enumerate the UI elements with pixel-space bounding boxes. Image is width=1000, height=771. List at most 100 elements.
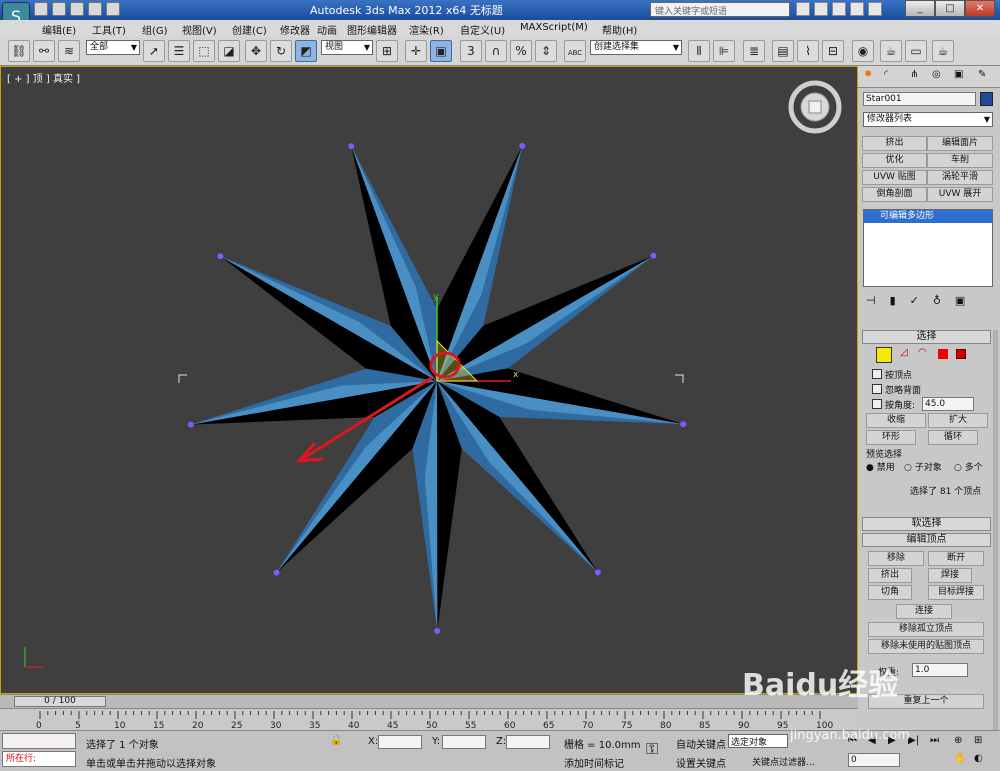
- preview-off-radio[interactable]: ● 禁用: [866, 460, 895, 473]
- border-mode-icon[interactable]: ◠: [918, 347, 927, 358]
- z-coord-field[interactable]: [506, 735, 550, 749]
- time-slider[interactable]: 0 / 100: [0, 694, 858, 708]
- bind-spacewarp-icon[interactable]: ≋: [58, 40, 80, 62]
- modifier-list-select[interactable]: 修改器列表: [863, 112, 993, 127]
- material-editor-icon[interactable]: ◉: [852, 40, 874, 62]
- weld-button[interactable]: 焊接: [928, 568, 972, 583]
- display-tab-icon[interactable]: ▣: [954, 69, 963, 80]
- mod-bevel-profile-button[interactable]: 倒角剖面: [862, 187, 927, 202]
- orbit-icon[interactable]: ◐: [974, 753, 983, 764]
- wrench-icon[interactable]: [814, 2, 828, 16]
- track-bar[interactable]: 0 5 10 15 20 25 30 35 40 45 50 55 60 65 70 75 80 85 90 95 10…: [0, 708, 858, 731]
- rendered-frame-window-icon[interactable]: ▭: [905, 40, 927, 62]
- zoom-icon[interactable]: ⊕: [954, 735, 962, 746]
- mod-uvw-unwrap-button[interactable]: UVW 展开: [927, 187, 993, 202]
- menu-help[interactable]: 帮助(H): [602, 22, 637, 37]
- loop-button[interactable]: 循环: [928, 430, 978, 445]
- binoculars-icon[interactable]: [796, 2, 810, 16]
- lock-selection-icon[interactable]: 🔒: [330, 735, 342, 746]
- x-coord-field[interactable]: [378, 735, 422, 749]
- edit-vertices-rollout-header[interactable]: 编辑顶点: [862, 533, 991, 547]
- close-button[interactable]: ✕: [965, 0, 995, 17]
- select-manipulate-icon[interactable]: ✛: [405, 40, 427, 62]
- modify-tab-icon[interactable]: ◜: [884, 69, 888, 80]
- mod-extrude-button[interactable]: 挤出: [862, 136, 927, 151]
- mirror-icon[interactable]: ⫴: [688, 40, 710, 62]
- break-button[interactable]: 断开: [928, 551, 984, 566]
- percent-snap-icon[interactable]: %: [510, 40, 532, 62]
- snap-toggle-icon[interactable]: 3: [460, 40, 482, 62]
- object-color-swatch[interactable]: [980, 92, 993, 106]
- align-icon[interactable]: ⊫: [713, 40, 735, 62]
- spinner-snap-icon[interactable]: ⇕: [535, 40, 557, 62]
- shrink-button[interactable]: 收缩: [866, 413, 926, 428]
- help-icon[interactable]: [868, 2, 882, 16]
- auto-key-button[interactable]: 自动关键点: [676, 736, 726, 751]
- motion-tab-icon[interactable]: ◎: [932, 69, 941, 80]
- select-object-icon[interactable]: ➚: [143, 40, 165, 62]
- curve-editor-icon[interactable]: ⌇: [797, 40, 819, 62]
- named-selection-set-select[interactable]: 创建选择集: [590, 40, 682, 55]
- chamfer-button[interactable]: 切角: [868, 585, 912, 600]
- set-key-button[interactable]: 设置关键点: [676, 755, 726, 770]
- menu-create[interactable]: 创建(C): [232, 22, 267, 37]
- pivot-center-icon[interactable]: ⊞: [376, 40, 398, 62]
- menu-graph-editors[interactable]: 图形编辑器: [347, 22, 397, 37]
- mod-edit-patch-button[interactable]: 编辑面片: [927, 136, 993, 151]
- ring-button[interactable]: 环形: [866, 430, 916, 445]
- utilities-tab-icon[interactable]: ✎: [978, 69, 986, 80]
- pan-icon[interactable]: ✋: [954, 753, 966, 764]
- by-vertex-checkbox[interactable]: 按顶点: [872, 368, 912, 381]
- render-production-icon[interactable]: ☕: [932, 40, 954, 62]
- new-file-icon[interactable]: [34, 2, 48, 16]
- remove-button[interactable]: 移除: [868, 551, 924, 566]
- menu-maxscript[interactable]: MAXScript(M): [520, 22, 588, 33]
- maxscript-listener[interactable]: [2, 733, 76, 749]
- open-file-icon[interactable]: [52, 2, 66, 16]
- y-coord-field[interactable]: [442, 735, 486, 749]
- add-time-tag-button[interactable]: 添加时间标记: [564, 755, 624, 770]
- maximize-button[interactable]: □: [935, 0, 965, 17]
- select-rollout-header[interactable]: 选择: [862, 330, 991, 344]
- menu-view[interactable]: 视图(V): [182, 22, 217, 37]
- layer-manager-icon[interactable]: ≣: [743, 40, 765, 62]
- element-mode-icon[interactable]: [956, 349, 966, 359]
- preview-multi-radio[interactable]: ○ 多个: [954, 460, 983, 473]
- polygon-mode-icon[interactable]: [938, 349, 948, 359]
- mod-lathe-button[interactable]: 车削: [927, 153, 993, 168]
- preview-subobject-radio[interactable]: ○ 子对象: [904, 460, 942, 473]
- menu-customize[interactable]: 自定义(U): [460, 22, 505, 37]
- rotate-icon[interactable]: ↻: [270, 40, 292, 62]
- select-by-name-icon[interactable]: ☰: [168, 40, 190, 62]
- window-crossing-icon[interactable]: ◪: [218, 40, 240, 62]
- reference-coord-select[interactable]: 视图: [321, 40, 373, 55]
- menu-tools[interactable]: 工具(T): [92, 22, 126, 37]
- mod-turbosmooth-button[interactable]: 涡轮平滑: [927, 170, 993, 185]
- user-icon[interactable]: [832, 2, 846, 16]
- go-to-end-icon[interactable]: ⏭: [930, 735, 939, 746]
- key-filters-button[interactable]: 关键点过滤器...: [752, 755, 815, 768]
- menu-animation[interactable]: 动画: [317, 22, 337, 37]
- save-file-icon[interactable]: [70, 2, 84, 16]
- selected-object-select[interactable]: 选定对象: [728, 734, 788, 748]
- menu-rendering[interactable]: 渲染(R): [409, 22, 444, 37]
- time-slider-thumb[interactable]: 0 / 100: [14, 696, 106, 707]
- hierarchy-tab-icon[interactable]: ⋔: [910, 69, 918, 80]
- star-icon[interactable]: [850, 2, 864, 16]
- edge-mode-icon[interactable]: ◿: [900, 347, 908, 358]
- remove-unused-map-vertices-button[interactable]: 移除未使用的贴图顶点: [868, 639, 984, 654]
- weight-value-field[interactable]: 1.0: [912, 663, 968, 677]
- stack-item-editable-poly[interactable]: 可编辑多边形: [864, 210, 992, 223]
- angle-value-field[interactable]: 45.0: [922, 397, 974, 411]
- ignore-backfacing-checkbox[interactable]: 忽略背面: [872, 383, 921, 396]
- move-icon[interactable]: ✥: [245, 40, 267, 62]
- object-name-field[interactable]: Star001: [863, 92, 976, 106]
- current-frame-field[interactable]: 0: [848, 753, 900, 767]
- extrude-button[interactable]: 挤出: [868, 568, 912, 583]
- target-weld-button[interactable]: 目标焊接: [928, 585, 984, 600]
- menu-group[interactable]: 组(G): [142, 22, 168, 37]
- soft-selection-rollout-header[interactable]: 软选择: [862, 517, 991, 531]
- unlink-icon[interactable]: ⚯: [33, 40, 55, 62]
- perspective-viewport[interactable]: [ + ] 顶 ] 真实 ] y x: [0, 66, 858, 694]
- angle-snap-icon[interactable]: ∩: [485, 40, 507, 62]
